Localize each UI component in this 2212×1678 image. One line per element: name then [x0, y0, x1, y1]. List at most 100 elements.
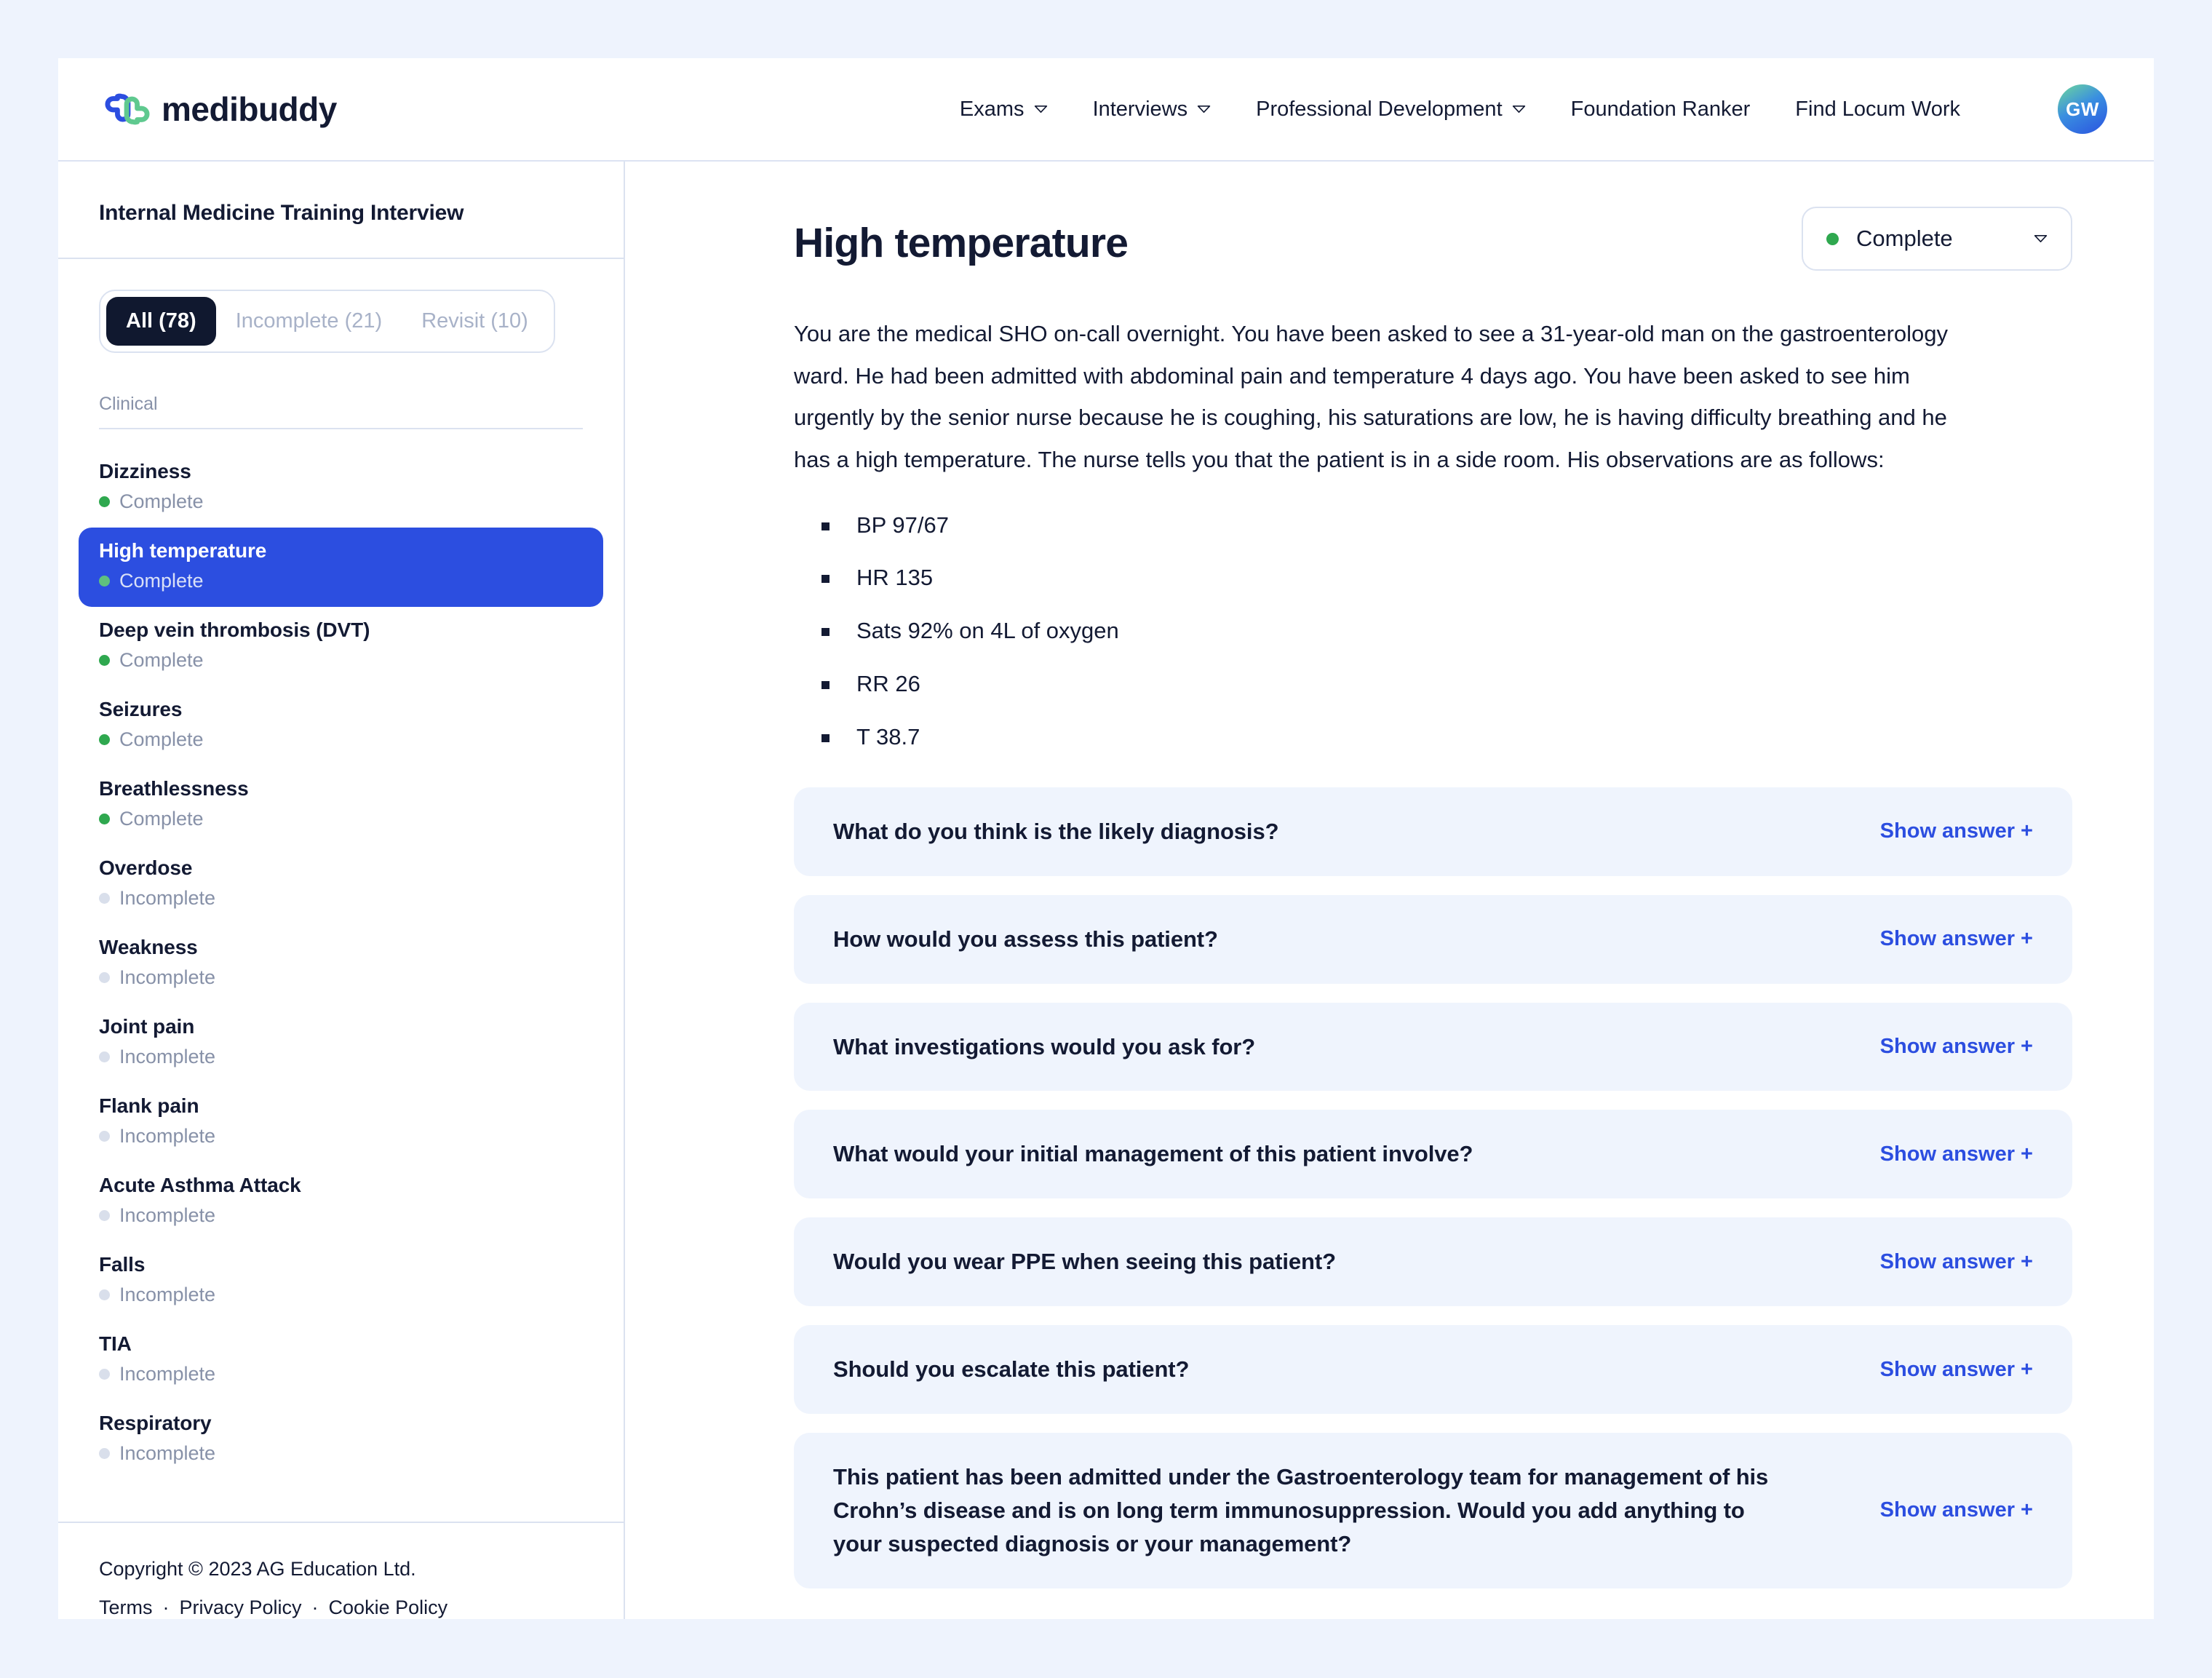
- question-card[interactable]: What investigations would you ask for? S…: [794, 1002, 2072, 1092]
- status-dot-incomplete-icon: [99, 1369, 110, 1380]
- top-navigation-bar: medibuddy Exams Interviews Professional …: [58, 58, 2154, 162]
- topic-status: Complete: [99, 728, 583, 751]
- legal-separator: ·: [162, 1597, 170, 1618]
- show-answer-button[interactable]: Show answer +: [1880, 819, 2033, 843]
- sidebar-item-respiratory[interactable]: Respiratory Incomplete: [79, 1400, 603, 1479]
- filter-tab-all[interactable]: All (78): [106, 297, 216, 346]
- nav-item-professional-development[interactable]: Professional Development: [1256, 98, 1526, 122]
- nav-item-foundation-ranker[interactable]: Foundation Ranker: [1571, 98, 1751, 122]
- topic-status: Incomplete: [99, 1204, 583, 1227]
- filter-tab-incomplete[interactable]: Incomplete (21): [216, 297, 402, 346]
- sidebar-item-high-temperature[interactable]: High temperature Complete: [79, 528, 603, 607]
- show-answer-button[interactable]: Show answer +: [1880, 1358, 2033, 1382]
- topic-status-label: Complete: [119, 808, 204, 830]
- topic-status: Incomplete: [99, 1125, 583, 1148]
- main-content: High temperature Complete You are the me…: [625, 162, 2154, 1619]
- brand-logo[interactable]: medibuddy: [105, 87, 337, 132]
- sidebar-item-seizures[interactable]: Seizures Complete: [79, 686, 603, 766]
- topic-status-label: Complete: [119, 649, 204, 671]
- question-text: Would you wear PPE when seeing this pati…: [833, 1249, 1336, 1275]
- question-card[interactable]: How would you assess this patient? Show …: [794, 894, 2072, 984]
- topic-status: Complete: [99, 570, 583, 592]
- topic-status-label: Complete: [119, 490, 204, 512]
- topic-name: Flank pain: [99, 1094, 199, 1117]
- status-dot-incomplete-icon: [99, 1051, 110, 1062]
- nav-item-label: Foundation Ranker: [1570, 97, 1751, 121]
- sidebar-item-joint-pain[interactable]: Joint pain Incomplete: [79, 1003, 603, 1083]
- avatar-initials: GW: [2066, 98, 2099, 120]
- topic-status-label: Complete: [119, 728, 204, 750]
- status-dropdown[interactable]: Complete: [1802, 207, 2072, 271]
- status-dropdown-label: Complete: [1856, 226, 1953, 251]
- sidebar-item-deep-vein-thrombosis[interactable]: Deep vein thrombosis (DVT) Complete: [79, 607, 603, 686]
- sidebar-section-label: Clinical: [99, 394, 158, 414]
- topic-name: TIA: [99, 1332, 132, 1355]
- show-answer-button[interactable]: Show answer +: [1880, 1142, 2033, 1166]
- question-card[interactable]: Should you escalate this patient? Show a…: [794, 1325, 2072, 1415]
- topic-status: Incomplete: [99, 1363, 583, 1385]
- sidebar-item-dizziness[interactable]: Dizziness Complete: [79, 448, 603, 528]
- privacy-policy-link[interactable]: Privacy Policy: [180, 1597, 302, 1619]
- topic-status-label: Incomplete: [119, 1442, 216, 1464]
- topic-status: Incomplete: [99, 966, 583, 989]
- filter-tabs: All (78) Incomplete (21) Revisit (10): [99, 290, 555, 353]
- topic-list[interactable]: Dizziness Complete High temperature Comp…: [58, 448, 624, 1522]
- status-dot-complete-icon: [99, 496, 110, 507]
- nav-item-label: Professional Development: [1256, 97, 1503, 121]
- brand-wordmark: medibuddy: [162, 90, 337, 128]
- observation-item: RR 26: [821, 669, 2072, 699]
- question-card[interactable]: What would your initial management of th…: [794, 1110, 2072, 1199]
- show-answer-button[interactable]: Show answer +: [1880, 1498, 2033, 1522]
- cookie-policy-link[interactable]: Cookie Policy: [329, 1597, 448, 1619]
- nav-item-exams[interactable]: Exams: [960, 98, 1048, 122]
- nav-item-find-locum-work[interactable]: Find Locum Work: [1795, 98, 1960, 122]
- topic-status: Incomplete: [99, 1442, 583, 1465]
- question-text: Should you escalate this patient?: [833, 1356, 1190, 1383]
- topic-name: Falls: [99, 1253, 146, 1276]
- avatar[interactable]: GW: [2058, 84, 2107, 134]
- question-card[interactable]: Would you wear PPE when seeing this pati…: [794, 1217, 2072, 1307]
- show-answer-button[interactable]: Show answer +: [1880, 1250, 2033, 1274]
- question-card[interactable]: This patient has been admitted under the…: [794, 1433, 2072, 1588]
- topic-status-label: Incomplete: [119, 887, 216, 909]
- nav-item-label: Find Locum Work: [1795, 97, 1960, 121]
- show-answer-button[interactable]: Show answer +: [1880, 1035, 2033, 1059]
- question-card[interactable]: What do you think is the likely diagnosi…: [794, 787, 2072, 876]
- sidebar-item-tia[interactable]: TIA Incomplete: [79, 1321, 603, 1400]
- sidebar-section-rule: [99, 428, 583, 429]
- observation-item: Sats 92% on 4L of oxygen: [821, 616, 2072, 646]
- nav-item-label: Exams: [959, 97, 1025, 121]
- status-dot-incomplete-icon: [99, 1289, 110, 1300]
- sidebar-item-overdose[interactable]: Overdose Incomplete: [79, 845, 603, 924]
- sidebar-title: Internal Medicine Training Interview: [99, 201, 464, 225]
- observations-list: BP 97/67 HR 135 Sats 92% on 4L of oxygen…: [821, 510, 2072, 752]
- topic-status-label: Incomplete: [119, 1204, 216, 1226]
- topic-status-label: Incomplete: [119, 1363, 216, 1385]
- legal-separator: ·: [311, 1597, 319, 1618]
- observation-item: HR 135: [821, 562, 2072, 593]
- topic-status: Complete: [99, 808, 583, 830]
- filter-tab-revisit[interactable]: Revisit (10): [402, 297, 548, 346]
- terms-link[interactable]: Terms: [99, 1597, 153, 1619]
- topic-name: Joint pain: [99, 1015, 195, 1038]
- question-text: This patient has been admitted under the…: [833, 1464, 1769, 1556]
- topic-status: Complete: [99, 649, 583, 672]
- observation-item: T 38.7: [821, 722, 2072, 752]
- question-text: What do you think is the likely diagnosi…: [833, 818, 1279, 844]
- nav-item-interviews[interactable]: Interviews: [1093, 98, 1212, 122]
- status-dot-complete-icon: [99, 655, 110, 666]
- sidebar-item-falls[interactable]: Falls Incomplete: [79, 1241, 603, 1321]
- sidebar-item-acute-asthma-attack[interactable]: Acute Asthma Attack Incomplete: [79, 1162, 603, 1241]
- show-answer-button[interactable]: Show answer +: [1880, 927, 2033, 951]
- sidebar-divider: [58, 258, 624, 259]
- sidebar-item-flank-pain[interactable]: Flank pain Incomplete: [79, 1083, 603, 1162]
- question-text: What investigations would you ask for?: [833, 1033, 1256, 1059]
- question-text: How would you assess this patient?: [833, 926, 1218, 952]
- sidebar-item-weakness[interactable]: Weakness Incomplete: [79, 924, 603, 1003]
- topic-status-label: Complete: [119, 570, 204, 592]
- medibuddy-logo-icon: [105, 87, 150, 132]
- observation-item: BP 97/67: [821, 510, 2072, 541]
- page-root: medibuddy Exams Interviews Professional …: [0, 0, 2212, 1678]
- sidebar-item-breathlessness[interactable]: Breathlessness Complete: [79, 766, 603, 845]
- status-dot-incomplete-icon: [99, 972, 110, 983]
